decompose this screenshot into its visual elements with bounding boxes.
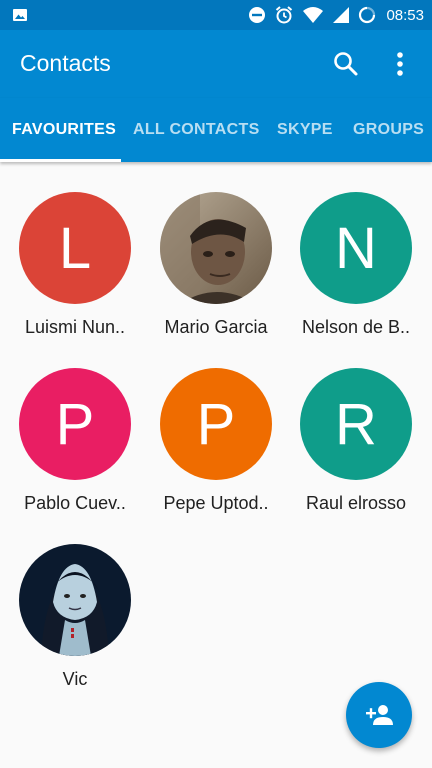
- contact-tile[interactable]: Mario Garcia: [145, 192, 285, 362]
- contact-photo: [160, 192, 272, 304]
- contact-tile[interactable]: P Pepe Uptod..: [145, 368, 285, 538]
- avatar: R: [300, 368, 412, 480]
- signal-icon: [333, 7, 350, 23]
- contact-name: Nelson de B..: [301, 317, 411, 337]
- contact-name: Raul elrosso: [305, 493, 407, 513]
- search-icon: [334, 52, 358, 76]
- avatar: L: [19, 192, 131, 304]
- alarm-icon: [276, 6, 293, 24]
- app-bar: Contacts: [0, 30, 432, 98]
- search-button[interactable]: [330, 48, 362, 80]
- add-person-icon: [366, 705, 393, 725]
- status-bar: 08:53: [0, 0, 432, 30]
- status-time: 08:53: [386, 6, 424, 24]
- contact-photo: [19, 544, 131, 656]
- battery-charging-icon: [359, 6, 376, 24]
- tab-all-contacts[interactable]: ALL CONTACTS: [133, 98, 260, 162]
- contact-tile[interactable]: N Nelson de B..: [285, 192, 425, 362]
- image-icon: [13, 9, 27, 21]
- contact-tile[interactable]: Vic: [4, 544, 144, 714]
- tab-favourites[interactable]: FAVOURITES: [12, 98, 116, 162]
- contact-tile[interactable]: R Raul elrosso: [285, 368, 425, 538]
- contact-tile[interactable]: P Pablo Cuev..: [4, 368, 144, 538]
- avatar: P: [19, 368, 131, 480]
- more-options-button[interactable]: [386, 48, 414, 80]
- contact-name: Luismi Nun..: [24, 317, 126, 337]
- contact-name: Pepe Uptod..: [163, 493, 269, 513]
- avatar-initial: P: [55, 391, 95, 457]
- tab-bar: FAVOURITES ALL CONTACTS SKYPE GROUPS: [0, 98, 432, 162]
- avatar: [19, 544, 131, 656]
- contact-name: Mario Garcia: [164, 317, 268, 337]
- tab-groups[interactable]: GROUPS: [353, 98, 424, 162]
- wifi-icon: [303, 7, 324, 23]
- avatar-initial: P: [196, 391, 236, 457]
- avatar-initial: R: [335, 391, 377, 457]
- contact-name: Vic: [62, 669, 88, 689]
- avatar: N: [300, 192, 412, 304]
- avatar: P: [160, 368, 272, 480]
- avatar-initial: N: [335, 215, 377, 281]
- do-not-disturb-icon: [249, 7, 266, 23]
- more-vert-icon: [397, 52, 403, 76]
- contact-tile[interactable]: L Luismi Nun..: [4, 192, 144, 362]
- avatar-initial: L: [58, 215, 92, 281]
- tab-indicator: [0, 159, 121, 162]
- add-contact-fab[interactable]: [346, 682, 412, 748]
- tab-skype[interactable]: SKYPE: [277, 98, 333, 162]
- contact-name: Pablo Cuev..: [24, 493, 126, 513]
- avatar: [160, 192, 272, 304]
- page-title: Contacts: [20, 50, 111, 76]
